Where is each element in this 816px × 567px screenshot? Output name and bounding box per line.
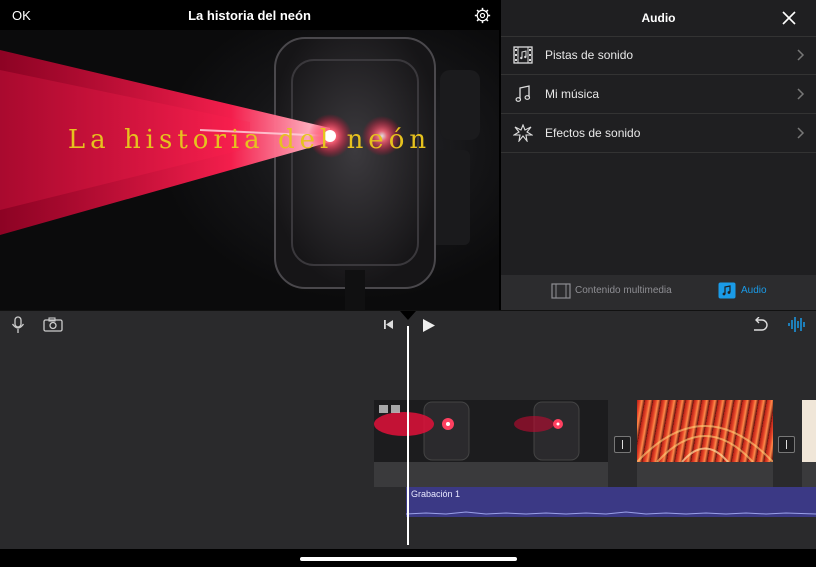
project-title: La historia del neón	[188, 8, 311, 23]
chevron-right-icon	[797, 49, 805, 61]
film-strip-icon	[513, 46, 533, 64]
tab-media-label: Contenido multimedia	[575, 285, 672, 296]
transition-button[interactable]	[778, 436, 795, 453]
music-note-icon	[718, 282, 736, 299]
audio-panel-title: Audio	[641, 11, 676, 25]
chevron-right-icon	[797, 127, 805, 139]
chevron-right-icon	[797, 88, 805, 100]
music-note-icon	[515, 85, 531, 102]
skip-to-start-icon[interactable]	[383, 319, 394, 330]
undo-icon[interactable]	[751, 317, 768, 332]
neon-laser-frame	[0, 37, 480, 310]
clip-audio-strip	[637, 462, 773, 487]
video-viewer[interactable]	[0, 30, 499, 310]
film-icon	[551, 283, 571, 299]
audio-clip-label: Grabación 1	[411, 489, 461, 499]
home-indicator[interactable]	[300, 557, 517, 561]
audio-item-label: Efectos de sonido	[545, 126, 641, 140]
video-clip[interactable]	[637, 400, 773, 462]
playhead-pointer	[400, 311, 416, 320]
tab-audio-label: Audio	[741, 285, 767, 296]
video-clip[interactable]	[802, 400, 816, 462]
close-icon[interactable]	[781, 10, 797, 26]
video-title-overlay: La historia del neón	[67, 125, 432, 155]
neon-sign-thumbnail	[637, 425, 773, 462]
microphone-icon[interactable]	[11, 316, 25, 334]
audio-recording-clip[interactable]	[406, 487, 816, 517]
media-browser-tabs: Contenido multimedia Audio	[501, 275, 816, 310]
audio-item-sound-effects[interactable]: Efectos de sonido	[501, 114, 816, 153]
waveform	[406, 511, 816, 515]
clip-audio-strip	[374, 462, 608, 487]
transition-button[interactable]	[614, 436, 631, 453]
clip-thumbnails	[374, 400, 608, 462]
audio-browser-panel: Audio Pistas de sonido Mi música Efectos…	[501, 0, 816, 310]
video-clip[interactable]	[374, 400, 608, 462]
audio-item-soundtracks[interactable]: Pistas de sonido	[501, 36, 816, 75]
audio-item-label: Pistas de sonido	[545, 48, 634, 62]
camera-icon[interactable]	[43, 317, 63, 332]
gear-icon[interactable]	[474, 7, 491, 24]
audio-waveform-icon[interactable]	[788, 316, 806, 333]
burst-icon	[513, 124, 533, 142]
clip-audio-strip	[802, 462, 816, 487]
play-icon[interactable]	[421, 318, 436, 333]
audio-panel-header: Audio	[501, 0, 816, 37]
playhead[interactable]	[407, 326, 409, 545]
audio-item-label: Mi música	[545, 87, 600, 101]
audio-item-my-music[interactable]: Mi música	[501, 75, 816, 114]
